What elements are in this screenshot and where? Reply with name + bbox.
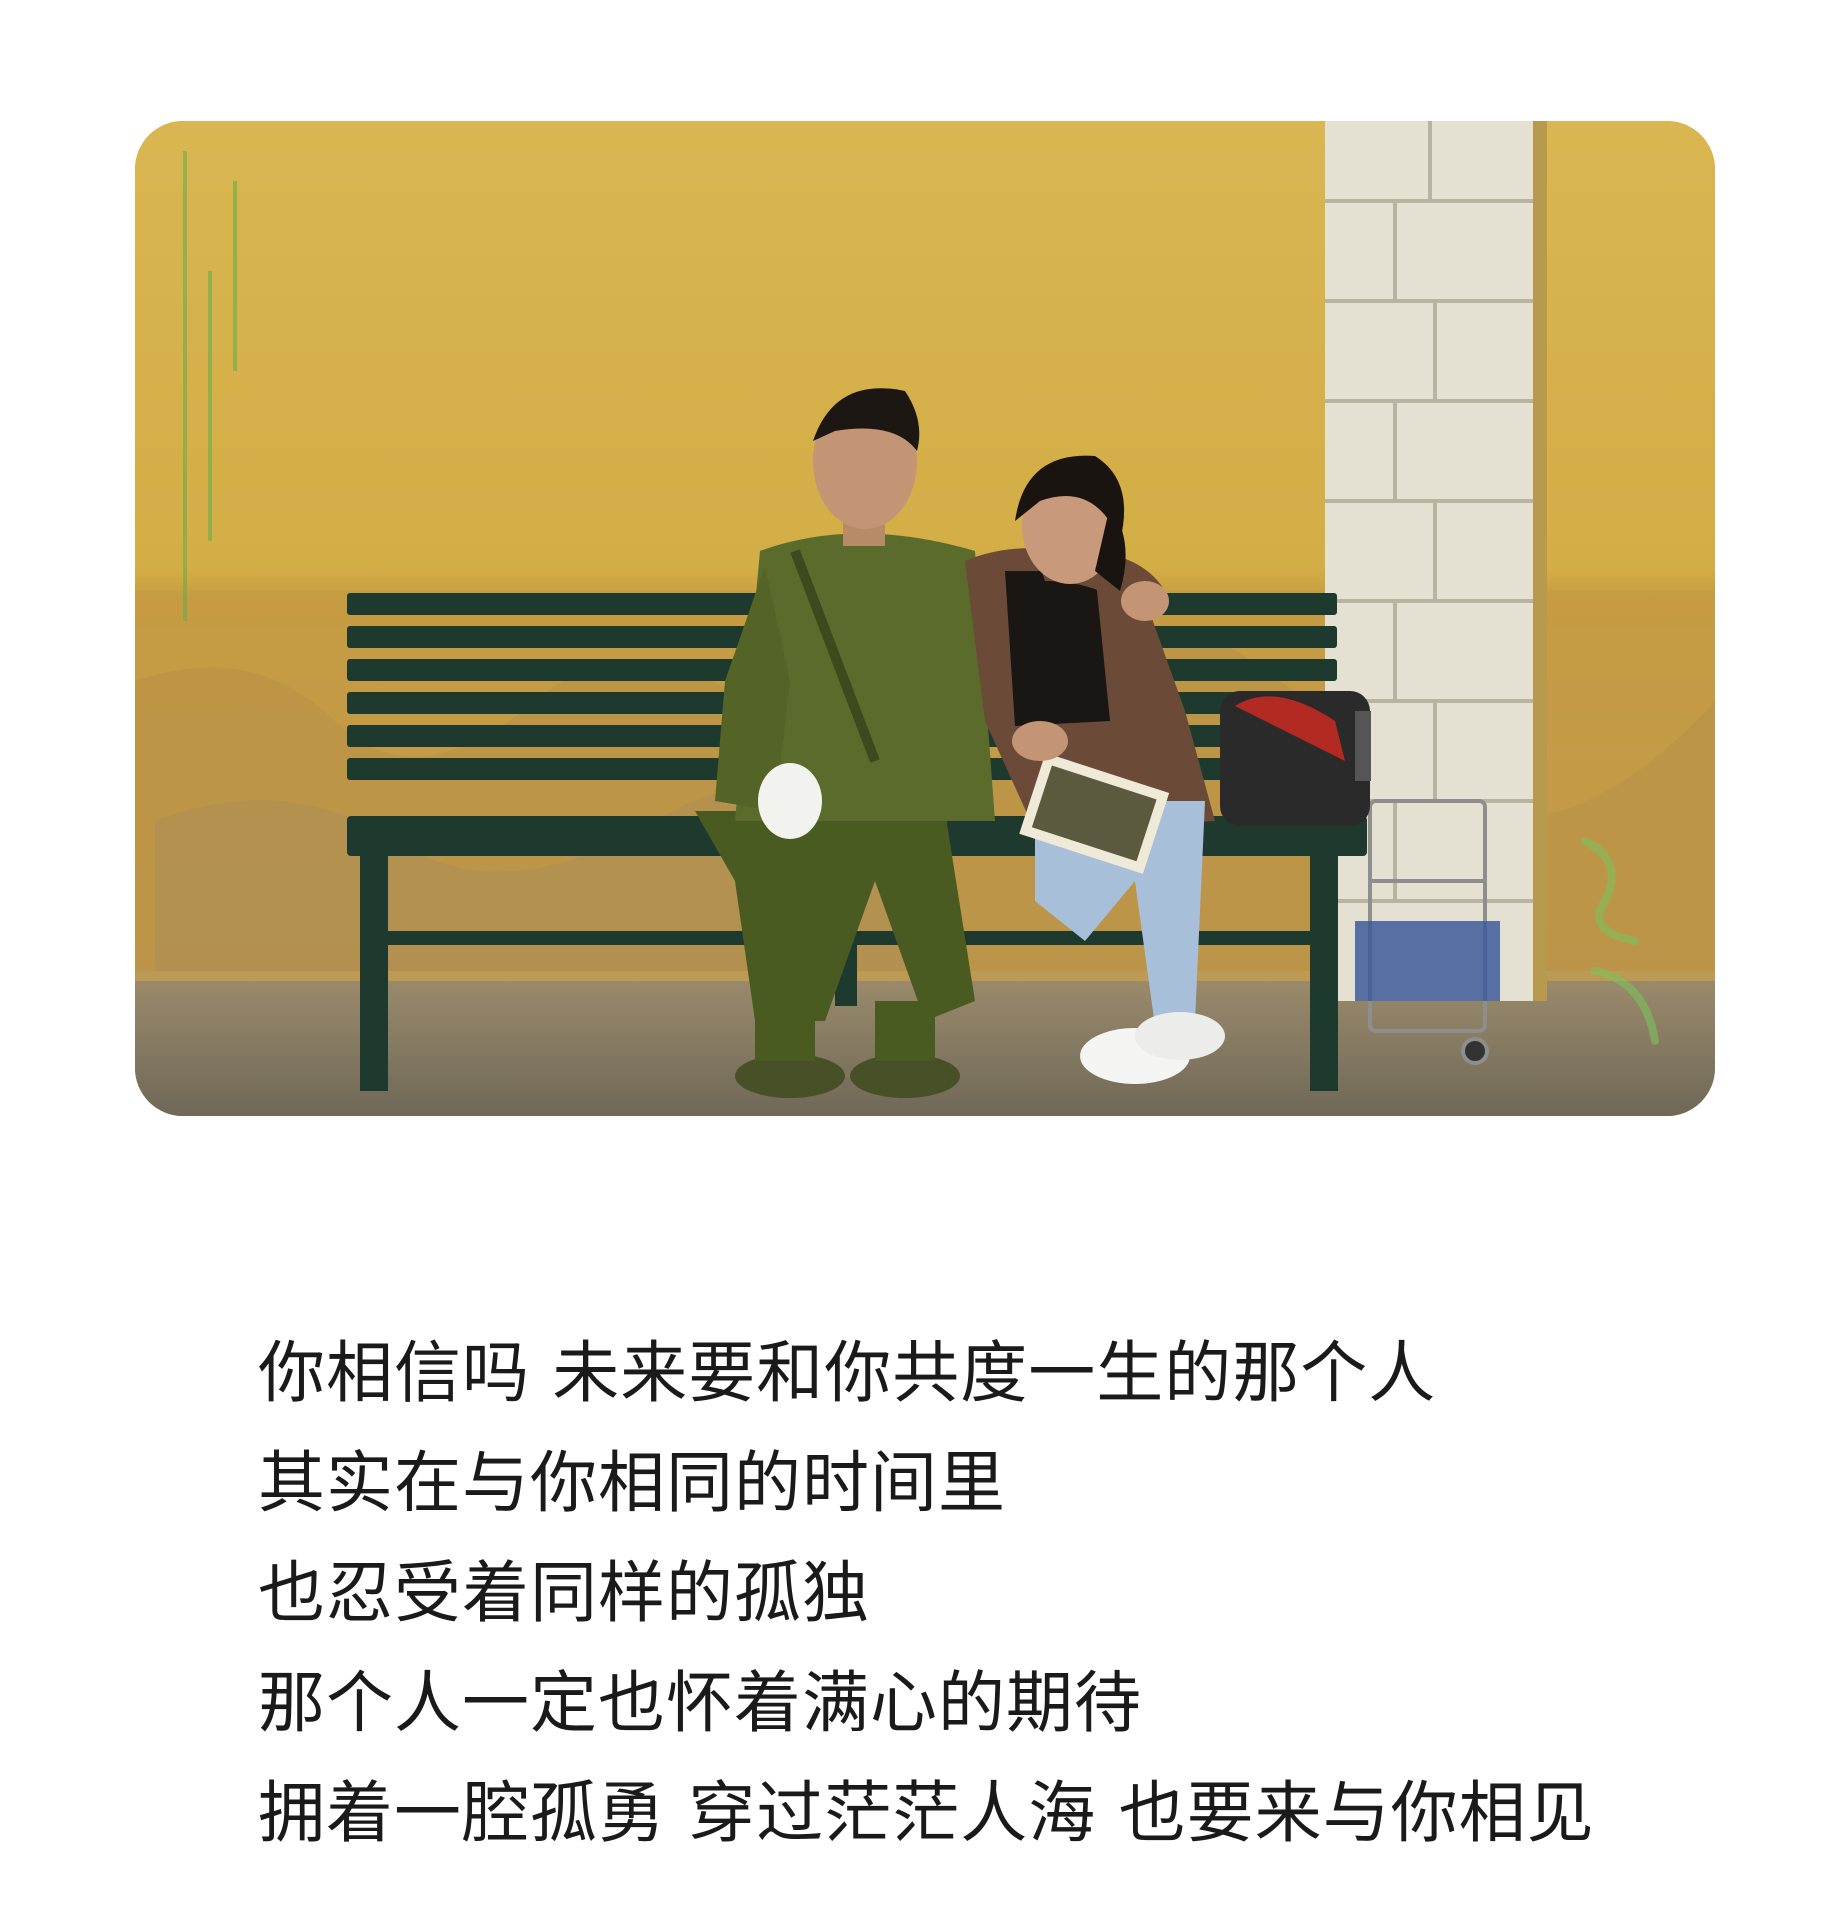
caption-line-1: 你相信吗 未来要和你共度一生的那个人 — [258, 1334, 1437, 1412]
pillar — [1325, 121, 1547, 1001]
caption-line-5: 拥着一腔孤勇 穿过茫茫人海 也要来与你相见 — [258, 1774, 1595, 1852]
caption-line-2: 其实在与你相同的时间里 — [258, 1444, 1006, 1522]
film-still-illustration — [135, 121, 1715, 1116]
caption-line-4: 那个人一定也怀着满心的期待 — [258, 1664, 1142, 1742]
photo-image — [135, 121, 1715, 1116]
backpack — [1220, 691, 1371, 826]
caption-line-3: 也忍受着同样的孤独 — [258, 1554, 870, 1632]
caption-text: 你相信吗 未来要和你共度一生的那个人 其实在与你相同的时间里 也忍受着同样的孤独… — [258, 1318, 1658, 1868]
